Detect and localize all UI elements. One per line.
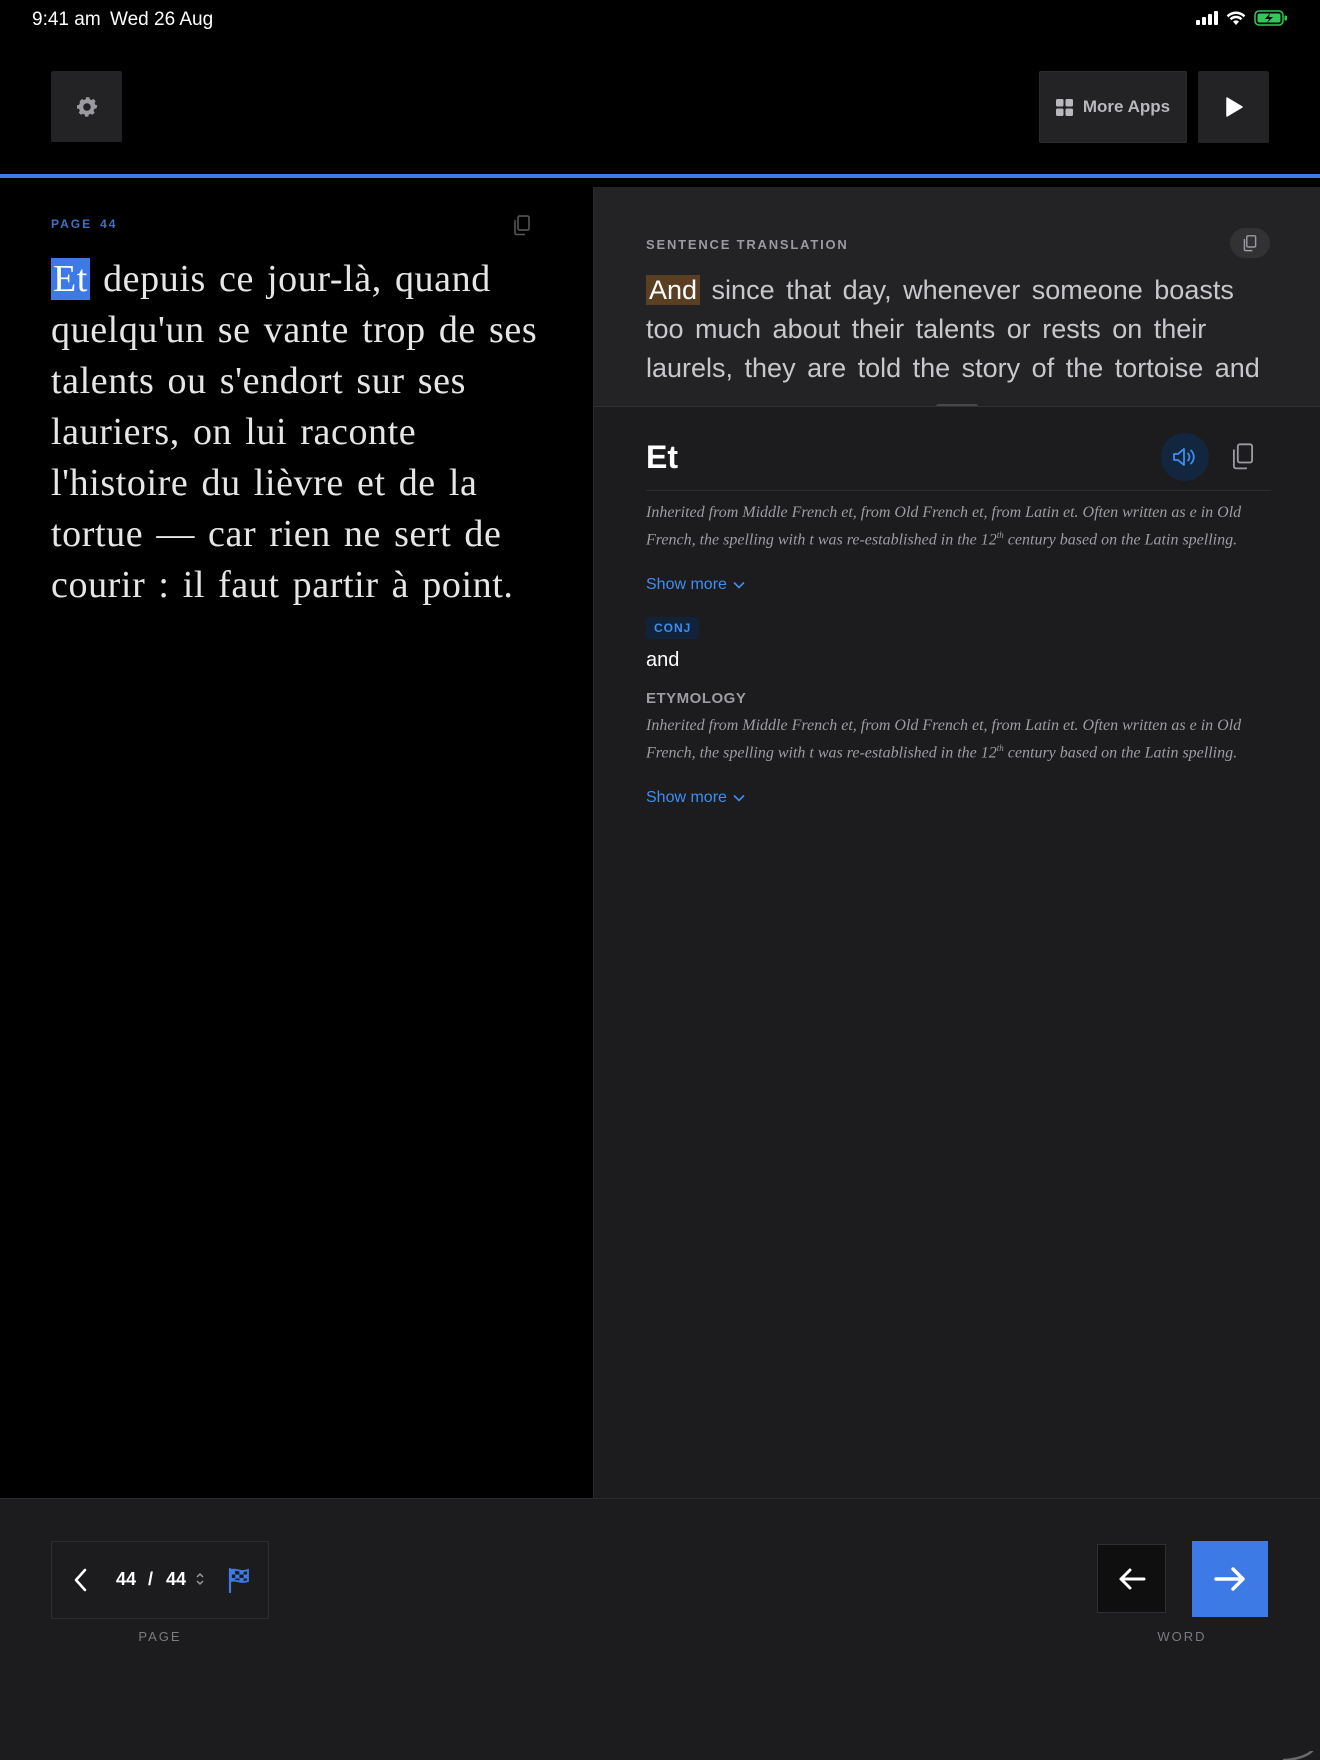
word-meaning: and [646, 649, 680, 671]
translation-highlighted-word: And [646, 275, 701, 305]
pronounce-button[interactable] [1161, 433, 1209, 481]
source-text-rest: depuis ce jour-là, quand quelqu'un se va… [51, 258, 538, 606]
battery-icon [1254, 10, 1287, 26]
copy-icon [1243, 235, 1257, 252]
dictionary-pane: SENTENCE TRANSLATION And since that day,… [593, 187, 1320, 1498]
source-pane: PAGE 44 Et depuis ce jour-là, quand quelq… [0, 187, 593, 1498]
reading-progress-fill [0, 174, 1320, 178]
show-more-button[interactable]: Show more [646, 789, 745, 807]
show-more-button[interactable]: Show more [646, 576, 745, 594]
home-indicator-curve [1282, 1751, 1314, 1760]
status-date: Wed 26 Aug [110, 9, 214, 30]
play-button[interactable] [1198, 71, 1269, 143]
grid-icon [1055, 98, 1073, 116]
page-caption: PAGE [138, 1629, 182, 1644]
translation-text: And since that day, whenever someone boa… [646, 271, 1276, 383]
sentence-translation-box[interactable]: SENTENCE TRANSLATION And since that day,… [594, 187, 1320, 407]
settings-button[interactable] [51, 71, 122, 142]
play-icon [1225, 97, 1243, 117]
gear-icon [76, 96, 97, 117]
chevron-down-icon [733, 794, 745, 802]
next-word-button[interactable] [1192, 1541, 1268, 1617]
translation-text-rest: since that day, whenever someone boasts … [646, 275, 1260, 383]
word-caption: WORD [1157, 1629, 1207, 1644]
signal-icon [1196, 11, 1218, 25]
page-label: PAGE 44 [51, 217, 118, 231]
resize-handle[interactable] [936, 404, 978, 406]
chevron-left-icon[interactable] [70, 1567, 92, 1593]
part-of-speech-badge: CONJ [646, 617, 700, 639]
status-icons [1196, 10, 1288, 26]
word-title: Et [646, 439, 678, 475]
etymology-summary: Inherited from Middle French et, from Ol… [646, 504, 1242, 549]
page-separator: / [148, 1569, 154, 1589]
status-time: 9:41 am [32, 9, 101, 30]
status-bar: 9:41 am Wed 26 Aug [0, 0, 1320, 40]
etymology-text: Inherited from Middle French et, from Ol… [646, 717, 1242, 762]
page-current[interactable]: 44 [116, 1569, 136, 1590]
checkered-flag-icon[interactable] [227, 1567, 251, 1593]
chevron-down-icon [733, 581, 745, 589]
more-apps-label: More Apps [1082, 97, 1171, 116]
translation-label: SENTENCE TRANSLATION [646, 237, 849, 252]
previous-word-button[interactable] [1097, 1544, 1166, 1613]
page-total: 44 [166, 1569, 187, 1589]
source-highlighted-word[interactable]: Et [51, 258, 90, 300]
divider [646, 490, 1271, 491]
page-navigator: 44 / 44 [51, 1541, 269, 1619]
copy-icon[interactable] [1230, 441, 1256, 471]
reading-progress-bar [0, 174, 1320, 178]
speaker-icon [1173, 448, 1195, 466]
etymology-heading: ETYMOLOGY [646, 690, 747, 707]
arrow-right-icon [1214, 1567, 1245, 1591]
arrow-left-icon [1119, 1568, 1145, 1589]
page-number: 44 [100, 217, 118, 231]
source-text[interactable]: Et depuis ce jour-là, quand quelqu'un se… [51, 254, 551, 611]
copy-icon[interactable] [512, 214, 532, 236]
translation-copy-button[interactable] [1230, 228, 1270, 258]
stepper-icon[interactable] [195, 1571, 205, 1587]
more-apps-button[interactable]: More Apps [1039, 71, 1187, 143]
bottom-bar: 44 / 44 PAGE WORD [0, 1498, 1320, 1760]
wifi-icon [1226, 10, 1246, 25]
